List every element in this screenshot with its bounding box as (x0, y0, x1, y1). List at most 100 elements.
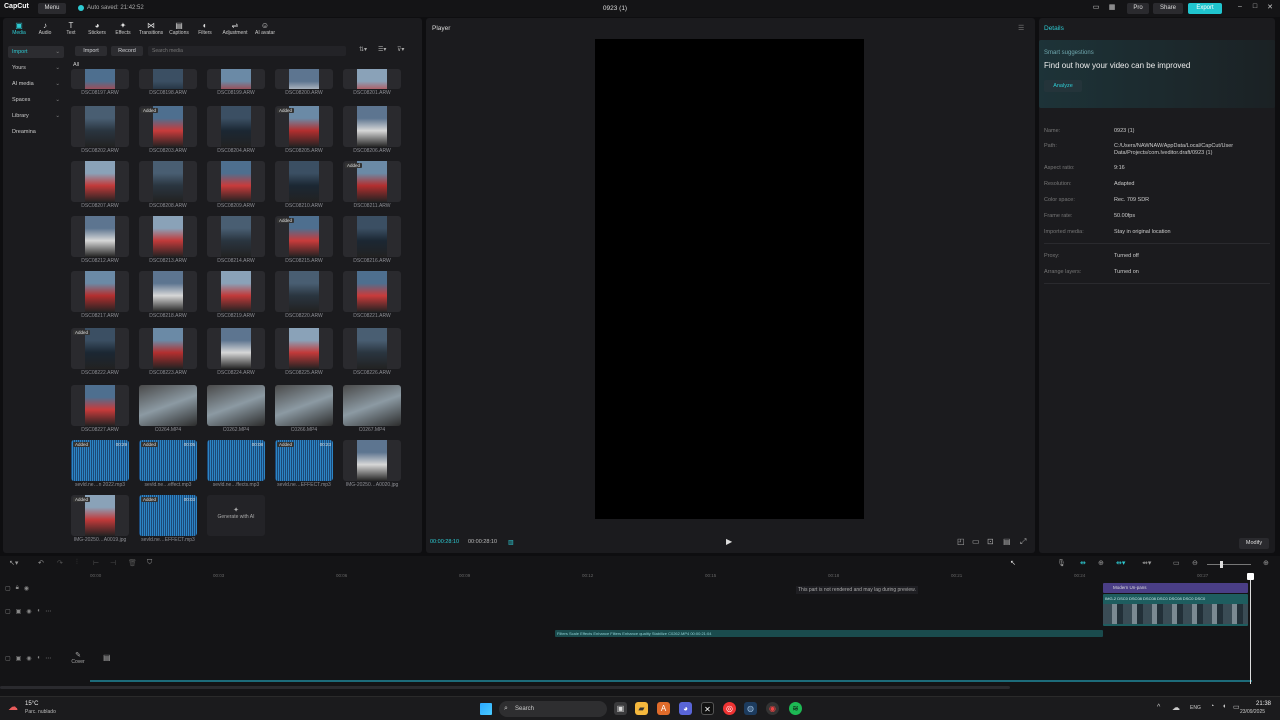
media-thumbnail[interactable] (207, 271, 265, 312)
import-button[interactable]: Import (75, 46, 107, 56)
language-indicator[interactable]: ENG (1190, 705, 1201, 711)
tab-media[interactable]: ▣ Media (7, 18, 31, 42)
video-preview[interactable] (595, 39, 864, 519)
media-thumbnail[interactable] (343, 106, 401, 147)
media-thumbnail[interactable] (139, 216, 197, 257)
cloud-icon[interactable]: ☁ (1172, 703, 1180, 712)
steam-icon[interactable]: ◍ (744, 702, 757, 715)
weather-condition[interactable]: Parc. nublado (25, 709, 56, 715)
zoom-slider-handle[interactable] (1220, 561, 1223, 568)
file-explorer-icon[interactable]: ▰ (635, 702, 648, 715)
media-thumbnail[interactable] (343, 216, 401, 257)
eye-icon[interactable]: ◉ (24, 585, 29, 592)
quality-icon[interactable]: ▤ (1003, 537, 1011, 546)
media-thumbnail[interactable]: 00:29 Added (71, 440, 129, 481)
audio-icon[interactable]: ◖ (37, 608, 41, 615)
weather-temp[interactable]: 15°C (25, 701, 38, 707)
tab-effects[interactable]: ✦ Effects (111, 18, 135, 42)
time-ruler[interactable]: 00:00 00:03 00:06 00:09 00:12 00:15 00:18 00:21… (90, 573, 1250, 581)
tray-chevron-icon[interactable]: ^ (1157, 704, 1160, 711)
media-thumbnail[interactable]: Added (71, 328, 129, 369)
playhead[interactable] (1250, 574, 1251, 684)
media-thumbnail[interactable] (275, 161, 333, 202)
task-view-icon[interactable]: ▣ (614, 702, 627, 715)
media-thumbnail[interactable] (207, 385, 265, 426)
audio-icon[interactable]: ◖ (37, 655, 41, 662)
media-thumbnail[interactable] (343, 385, 401, 426)
media-thumbnail[interactable] (71, 385, 129, 426)
more-icon[interactable]: ⋯ (45, 655, 51, 662)
main-track[interactable] (90, 680, 1252, 682)
tab-adjustment[interactable]: ⇌ Adjustment (219, 18, 251, 42)
capcut-icon[interactable]: ✕ (701, 702, 714, 715)
spotify-icon[interactable]: ≋ (789, 702, 802, 715)
minimize-icon[interactable]: – (1234, 3, 1246, 14)
discord-icon[interactable]: ◕ (679, 702, 692, 715)
media-thumbnail[interactable] (275, 271, 333, 312)
media-thumbnail[interactable] (343, 440, 401, 481)
all-filter-label[interactable]: All (73, 62, 79, 68)
media-thumbnail[interactable]: Added (343, 161, 401, 202)
split-right-icon[interactable]: ⊣ (110, 559, 116, 567)
lock-icon[interactable]: ▣ (16, 608, 22, 615)
media-thumbnail[interactable] (275, 328, 333, 369)
player-menu-icon[interactable]: ☰ (1018, 24, 1024, 32)
record-button[interactable]: Record (111, 46, 143, 56)
sidebar-item-library[interactable]: Library ⌄ (8, 110, 64, 122)
split-left-icon[interactable]: ⊢ (93, 559, 99, 567)
video-clip-group[interactable]: IMG-2 DSC0 DSC08 DSC08 DSC0 DSC08 DSC0 D… (1103, 594, 1248, 626)
search-input[interactable]: Search media (148, 46, 346, 56)
layout-icon[interactable]: ▭ (1090, 3, 1102, 14)
analyze-button[interactable]: Analyze (1044, 80, 1082, 92)
timecode-grid-icon[interactable]: ▥ (508, 539, 514, 546)
media-thumbnail[interactable]: Added (275, 216, 333, 257)
shortcut-icon[interactable]: ▦ (1106, 3, 1118, 14)
browser-icon[interactable]: ◉ (766, 702, 779, 715)
tab-filters[interactable]: ◐ Filters (193, 18, 217, 42)
media-thumbnail[interactable] (139, 69, 197, 89)
media-thumbnail[interactable] (139, 161, 197, 202)
audio-align-icon[interactable]: ⇴▾ (1142, 559, 1151, 567)
export-button[interactable]: Export (1188, 3, 1222, 14)
cover-button[interactable]: ✎ Cover (70, 651, 86, 665)
media-thumbnail[interactable] (139, 385, 197, 426)
lock-icon[interactable]: ▣ (16, 655, 22, 662)
preview-axis-icon[interactable]: ⇹▾ (1116, 559, 1125, 567)
media-thumbnail[interactable] (207, 161, 265, 202)
sort-icon[interactable]: ⇅▾ (359, 46, 367, 53)
media-thumbnail[interactable] (207, 328, 265, 369)
eye-icon[interactable]: ◉ (26, 655, 31, 662)
link-icon[interactable]: ⇹ (1080, 559, 1086, 567)
magnet-icon[interactable]: ⊕ (1098, 559, 1104, 567)
tab-ai-avatar[interactable]: ☺ AI avatar (253, 18, 277, 42)
media-thumbnail[interactable] (71, 106, 129, 147)
clip-strip[interactable]: Modern Un-pans (1103, 583, 1248, 593)
media-thumbnail[interactable]: 00:05 Added (139, 440, 197, 481)
zoom-fit-icon[interactable]: ⊡ (987, 537, 994, 546)
volume-icon[interactable]: ◖ (1222, 703, 1226, 710)
filter-icon[interactable]: ⊽▾ (397, 46, 404, 53)
media-thumbnail[interactable] (71, 161, 129, 202)
eye-icon[interactable]: ◉ (26, 608, 31, 615)
media-thumbnail[interactable] (71, 69, 129, 89)
redo-icon[interactable]: ↷ (57, 559, 63, 567)
battery-icon[interactable]: ▭ (1233, 703, 1240, 711)
fullscreen-icon[interactable]: ⤢ (1020, 537, 1026, 547)
effects-bar[interactable]: Filters Scale Effects Enhance Filters En… (555, 630, 1103, 637)
tab-audio[interactable]: ♪ Audio (33, 18, 57, 42)
maximize-icon[interactable]: □ (1249, 3, 1261, 14)
menu-button[interactable]: Menu (38, 3, 66, 14)
screen-icon[interactable]: ▭ (1173, 559, 1180, 567)
taskbar-search[interactable]: Search (499, 701, 607, 717)
tab-stickers[interactable]: ◕ Stickers (85, 18, 109, 42)
share-button[interactable]: Share (1153, 3, 1183, 14)
sidebar-item-import[interactable]: Import ⌄ (8, 46, 64, 58)
media-thumbnail[interactable] (343, 271, 401, 312)
view-icon[interactable]: ☰▾ (378, 46, 386, 53)
sidebar-item-spaces[interactable]: Spaces ⌄ (8, 94, 64, 106)
sidebar-item-yours[interactable]: Yours ⌄ (8, 62, 64, 74)
film-icon[interactable]: ▤ (103, 653, 111, 662)
tab-transitions[interactable]: ⋈ Transitions (137, 18, 165, 42)
pro-button[interactable]: Pro (1127, 3, 1149, 14)
zoom-out-icon[interactable]: ⊖ (1192, 559, 1198, 567)
